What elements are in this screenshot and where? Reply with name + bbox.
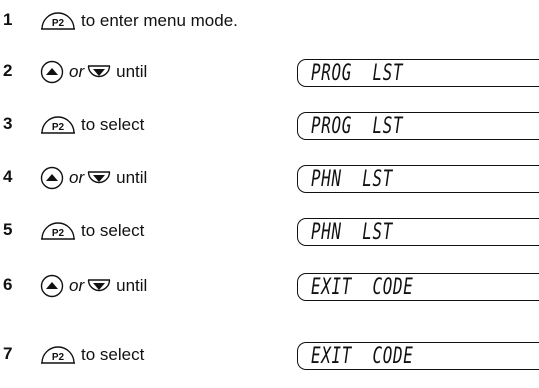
down-arrow-key-icon bbox=[87, 274, 111, 298]
step-2: 2 or until PROG LST bbox=[0, 51, 539, 95]
step-number: 7 bbox=[3, 344, 13, 363]
step-text: until bbox=[116, 168, 148, 187]
step-instruction: or until bbox=[40, 57, 147, 87]
up-arrow-key-icon bbox=[40, 60, 64, 84]
p2-key-label: P2 bbox=[52, 18, 65, 29]
lcd-display: PHN LST bbox=[297, 218, 539, 246]
lcd-display-text: EXIT CODE bbox=[311, 344, 414, 369]
step-instruction: P2 to enter menu mode. bbox=[40, 6, 238, 36]
step-instruction: P2 to select bbox=[40, 110, 144, 140]
step-text: until bbox=[116, 276, 148, 295]
p2-key-icon: P2 bbox=[40, 220, 76, 242]
step-number: 1 bbox=[3, 10, 13, 29]
step-number: 3 bbox=[3, 114, 13, 133]
step-text: to select bbox=[81, 115, 145, 134]
step-6: 6 or until EXIT CODE bbox=[0, 265, 539, 309]
step-instruction: P2 to select bbox=[40, 216, 144, 246]
step-instruction: or until bbox=[40, 271, 147, 301]
step-text: until bbox=[116, 62, 148, 81]
step-instruction: or until bbox=[40, 163, 147, 193]
up-arrow-key-icon bbox=[40, 274, 64, 298]
lcd-display: PHN LST bbox=[297, 165, 539, 193]
lcd-display-text: EXIT CODE bbox=[311, 275, 414, 300]
step-5: 5 P2 to select PHN LST bbox=[0, 210, 539, 254]
step-instruction: P2 to select bbox=[40, 340, 144, 370]
step-text: to enter menu mode. bbox=[81, 11, 238, 30]
step-4: 4 or until PHN LST bbox=[0, 157, 539, 201]
step-7: 7 P2 to select EXIT CODE bbox=[0, 334, 539, 378]
step-3: 3 P2 to select PROG LST bbox=[0, 104, 539, 148]
instruction-steps: 1 P2 to enter menu mode. 2 or until PROG… bbox=[0, 0, 539, 388]
step-text: to select bbox=[81, 345, 145, 364]
step-text: to select bbox=[81, 221, 145, 240]
p2-key-icon: P2 bbox=[40, 114, 76, 136]
p2-key-label: P2 bbox=[52, 228, 65, 239]
or-label: or bbox=[69, 168, 85, 187]
step-1: 1 P2 to enter menu mode. bbox=[0, 0, 539, 44]
step-number: 2 bbox=[3, 61, 13, 80]
up-arrow-key-icon bbox=[40, 166, 64, 190]
p2-key-label: P2 bbox=[52, 352, 65, 363]
step-number: 5 bbox=[3, 220, 13, 239]
lcd-display-text: PROG LST bbox=[311, 61, 404, 86]
lcd-display-text: PHN LST bbox=[311, 167, 394, 192]
or-label: or bbox=[69, 276, 85, 295]
lcd-display: EXIT CODE bbox=[297, 273, 539, 301]
step-number: 4 bbox=[3, 167, 13, 186]
lcd-display: EXIT CODE bbox=[297, 342, 539, 370]
step-number: 6 bbox=[3, 275, 13, 294]
down-arrow-key-icon bbox=[87, 166, 111, 190]
lcd-display-text: PHN LST bbox=[311, 220, 394, 245]
lcd-display: PROG LST bbox=[297, 59, 539, 87]
lcd-display-text: PROG LST bbox=[311, 114, 404, 139]
down-arrow-key-icon bbox=[87, 60, 111, 84]
lcd-display: PROG LST bbox=[297, 112, 539, 140]
p2-key-icon: P2 bbox=[40, 344, 76, 366]
or-label: or bbox=[69, 62, 85, 81]
p2-key-label: P2 bbox=[52, 122, 65, 133]
p2-key-icon: P2 bbox=[40, 10, 76, 32]
